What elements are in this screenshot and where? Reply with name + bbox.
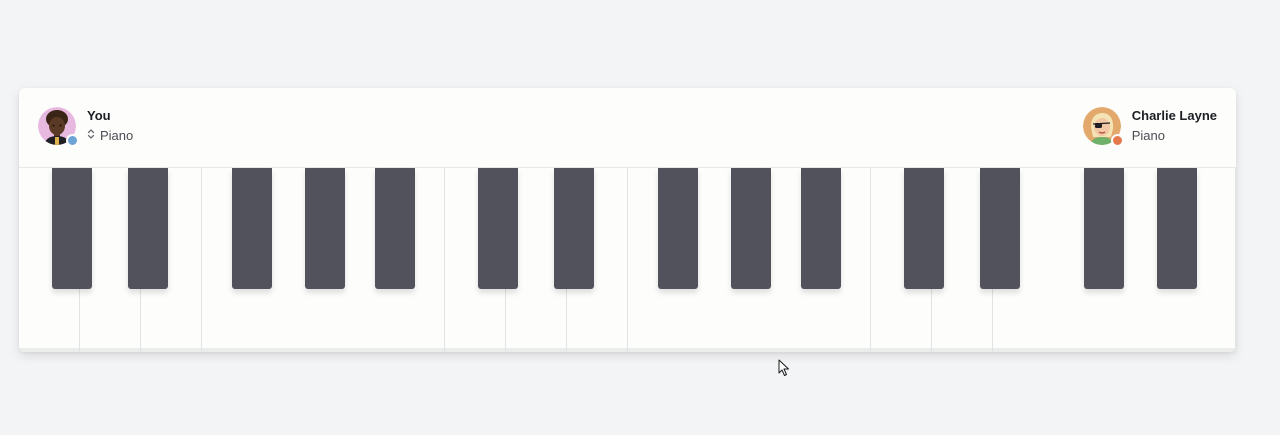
black-key[interactable]	[52, 168, 92, 289]
piano-card: You Piano Charlie Layne Piano	[19, 88, 1236, 352]
player-other-info: Charlie Layne Piano	[1132, 108, 1217, 145]
player-self-info: You Piano	[87, 108, 133, 145]
mouse-pointer-icon	[778, 359, 789, 376]
black-key[interactable]	[731, 168, 771, 289]
chevron-up-down-icon	[87, 127, 95, 145]
avatar-self	[38, 107, 79, 147]
black-key[interactable]	[305, 168, 345, 289]
black-key[interactable]	[658, 168, 698, 289]
status-dot-other	[1110, 134, 1124, 147]
player-other: Charlie Layne Piano	[1082, 107, 1217, 147]
black-key[interactable]	[554, 168, 594, 289]
status-dot-self	[66, 134, 79, 147]
black-key[interactable]	[801, 168, 841, 289]
black-key[interactable]	[375, 168, 415, 289]
black-key[interactable]	[232, 168, 272, 289]
player-self-name: You	[87, 107, 111, 123]
black-key[interactable]	[478, 168, 518, 289]
avatar-other	[1082, 107, 1124, 147]
players-header: You Piano Charlie Layne Piano	[19, 88, 1236, 168]
piano-keyboard	[19, 168, 1236, 352]
black-key[interactable]	[1084, 168, 1124, 289]
black-key[interactable]	[980, 168, 1020, 289]
black-key[interactable]	[128, 168, 168, 289]
instrument-self-label: Piano	[100, 127, 134, 143]
black-key[interactable]	[1157, 168, 1197, 289]
instrument-selector[interactable]: Piano	[87, 127, 133, 145]
black-key[interactable]	[904, 168, 944, 289]
player-self: You Piano	[38, 107, 133, 147]
instrument-other-label: Piano	[1131, 127, 1165, 143]
player-other-name: Charlie Layne	[1131, 107, 1217, 123]
